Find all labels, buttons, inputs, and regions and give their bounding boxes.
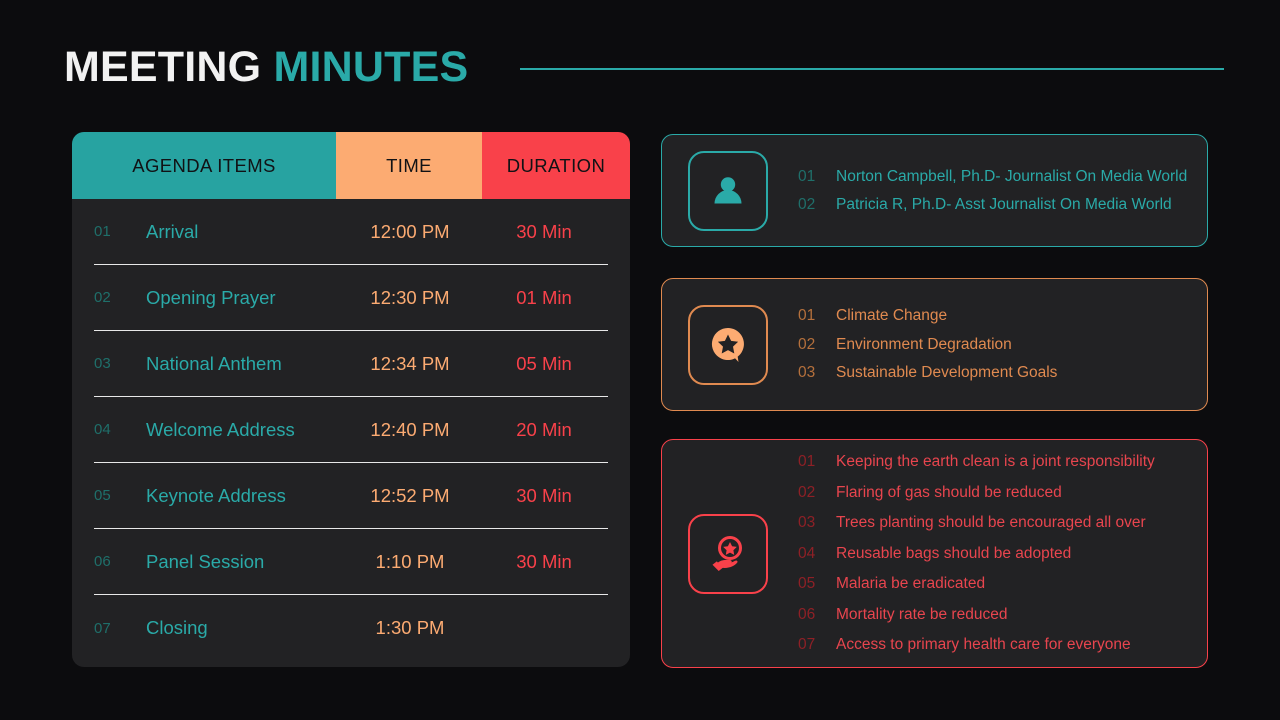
row-label: Arrival [146, 220, 199, 242]
row-time: 12:52 PM [370, 484, 450, 506]
list-item-index: 03 [798, 514, 816, 532]
list-item[interactable]: 05 Malaria be eradicated [798, 569, 1189, 600]
list-item-index: 01 [798, 167, 816, 185]
list-item[interactable]: 02 Patricia R, Ph.D- Asst Journalist On M… [798, 191, 1189, 220]
list-item-text: Norton Campbell, Ph.D- Journalist On Med… [836, 167, 1188, 185]
speech-bubble-star-icon [688, 304, 768, 385]
row-index: 07 [94, 619, 111, 637]
list-item-text: Patricia R, Ph.D- Asst Journalist On Med… [836, 196, 1172, 213]
list-item-index: 02 [798, 196, 816, 213]
topics-list: 01 Climate Change 02 Environment Degradatio… [798, 302, 1207, 388]
row-duration: 30 Min [516, 220, 572, 242]
row-time: 12:30 PM [370, 286, 450, 308]
list-item-index: 01 [798, 453, 816, 471]
row-index: 03 [94, 355, 111, 372]
list-item-text: Reusable bags should be adopted [836, 544, 1072, 562]
agenda-table-card: AGENDA ITEMS TIME DURATION 01 Arrival 12:0… [72, 132, 630, 667]
row-label: Keynote Address [146, 484, 286, 506]
row-label: National Anthem [146, 352, 282, 374]
list-item-text: Trees planting should be encouraged all … [836, 514, 1146, 532]
table-row[interactable]: 06 Panel Session 1:10 PM 30 Min [94, 529, 608, 595]
agenda-table-header-row: AGENDA ITEMS TIME DURATION [72, 132, 630, 199]
table-row[interactable]: 04 Welcome Address 12:40 PM 20 Min [94, 397, 608, 463]
list-item-index: 07 [798, 636, 816, 654]
column-header-agenda-items: AGENDA ITEMS [72, 132, 336, 199]
table-row[interactable]: 02 Opening Prayer 12:30 PM 01 Min [94, 265, 608, 331]
list-item-text: Flaring of gas should be reduced [836, 483, 1062, 501]
list-item-index: 02 [798, 483, 816, 501]
list-item-text: Keeping the earth clean is a joint respo… [836, 453, 1155, 471]
person-icon [688, 150, 768, 231]
row-label: Opening Prayer [146, 286, 276, 308]
row-label: Panel Session [146, 550, 265, 572]
hand-holding-star-icon [688, 513, 768, 594]
topics-panel: 01 Climate Change 02 Environment Degradatio… [661, 278, 1208, 411]
table-row[interactable]: 01 Arrival 12:00 PM 30 Min [94, 199, 608, 265]
page-header: MEETING MINUTES [64, 38, 1224, 96]
list-item-index: 03 [798, 364, 816, 382]
row-index: 01 [94, 223, 111, 240]
list-item[interactable]: 01 Keeping the earth clean is a joint res… [798, 447, 1189, 478]
list-item[interactable]: 01 Climate Change [798, 302, 1189, 331]
list-item-text: Sustainable Development Goals [836, 364, 1058, 382]
row-label: Welcome Address [146, 418, 295, 440]
row-time: 12:00 PM [370, 220, 450, 242]
attendees-list: 01 Norton Campbell, Ph.D- Journalist On M… [798, 162, 1207, 219]
row-index: 04 [94, 421, 111, 438]
list-item[interactable]: 02 Environment Degradation [798, 330, 1189, 359]
table-row[interactable]: 03 National Anthem 12:34 PM 05 Min [94, 331, 608, 397]
row-index: 02 [94, 289, 111, 306]
row-duration: 01 Min [516, 286, 572, 308]
list-item-text: Mortality rate be reduced [836, 605, 1008, 623]
resolutions-list: 01 Keeping the earth clean is a joint res… [798, 447, 1207, 661]
column-header-time: TIME [336, 132, 482, 199]
list-item[interactable]: 03 Trees planting should be encouraged al… [798, 508, 1189, 539]
row-time: 12:40 PM [370, 418, 450, 440]
list-item[interactable]: 03 Sustainable Development Goals [798, 359, 1189, 388]
list-item-index: 05 [798, 575, 816, 593]
list-item-index: 01 [798, 307, 816, 325]
row-time: 1:30 PM [375, 617, 445, 638]
row-duration: 20 Min [516, 418, 572, 440]
list-item[interactable]: 02 Flaring of gas should be reduced [798, 477, 1189, 508]
table-row[interactable]: 07 Closing 1:30 PM [94, 595, 608, 661]
attendees-panel: 01 Norton Campbell, Ph.D- Journalist On M… [661, 134, 1208, 247]
title-divider-rule [520, 68, 1224, 70]
column-header-duration: DURATION [482, 132, 630, 199]
row-time: 1:10 PM [375, 550, 445, 572]
row-label: Closing [146, 617, 208, 638]
list-item-index: 04 [798, 544, 816, 562]
row-index: 05 [94, 487, 111, 504]
row-duration: 05 Min [516, 352, 572, 374]
table-row[interactable]: 05 Keynote Address 12:52 PM 30 Min [94, 463, 608, 529]
resolutions-panel: 01 Keeping the earth clean is a joint res… [661, 439, 1208, 668]
list-item-text: Environment Degradation [836, 335, 1012, 353]
list-item[interactable]: 06 Mortality rate be reduced [798, 599, 1189, 630]
list-item[interactable]: 01 Norton Campbell, Ph.D- Journalist On M… [798, 162, 1189, 191]
list-item-text: Malaria be eradicated [836, 575, 986, 593]
page-title-main: MEETING [64, 42, 262, 91]
row-duration: 30 Min [516, 550, 572, 572]
agenda-table-body: 01 Arrival 12:00 PM 30 Min 02 Opening Prayer 1… [72, 199, 630, 661]
list-item[interactable]: 04 Reusable bags should be adopted [798, 538, 1189, 569]
row-duration: 30 Min [516, 484, 572, 506]
list-item-text: Access to primary health care for everyo… [836, 636, 1131, 654]
page-title-accent: MINUTES [273, 42, 469, 91]
list-item-index: 02 [798, 335, 816, 353]
list-item-index: 06 [798, 605, 816, 623]
row-time: 12:34 PM [370, 352, 450, 374]
page-title: MEETING MINUTES [64, 42, 469, 91]
list-item[interactable]: 07 Access to primary health care for ever… [798, 630, 1189, 661]
list-item-text: Climate Change [836, 307, 948, 325]
row-index: 06 [94, 553, 111, 570]
